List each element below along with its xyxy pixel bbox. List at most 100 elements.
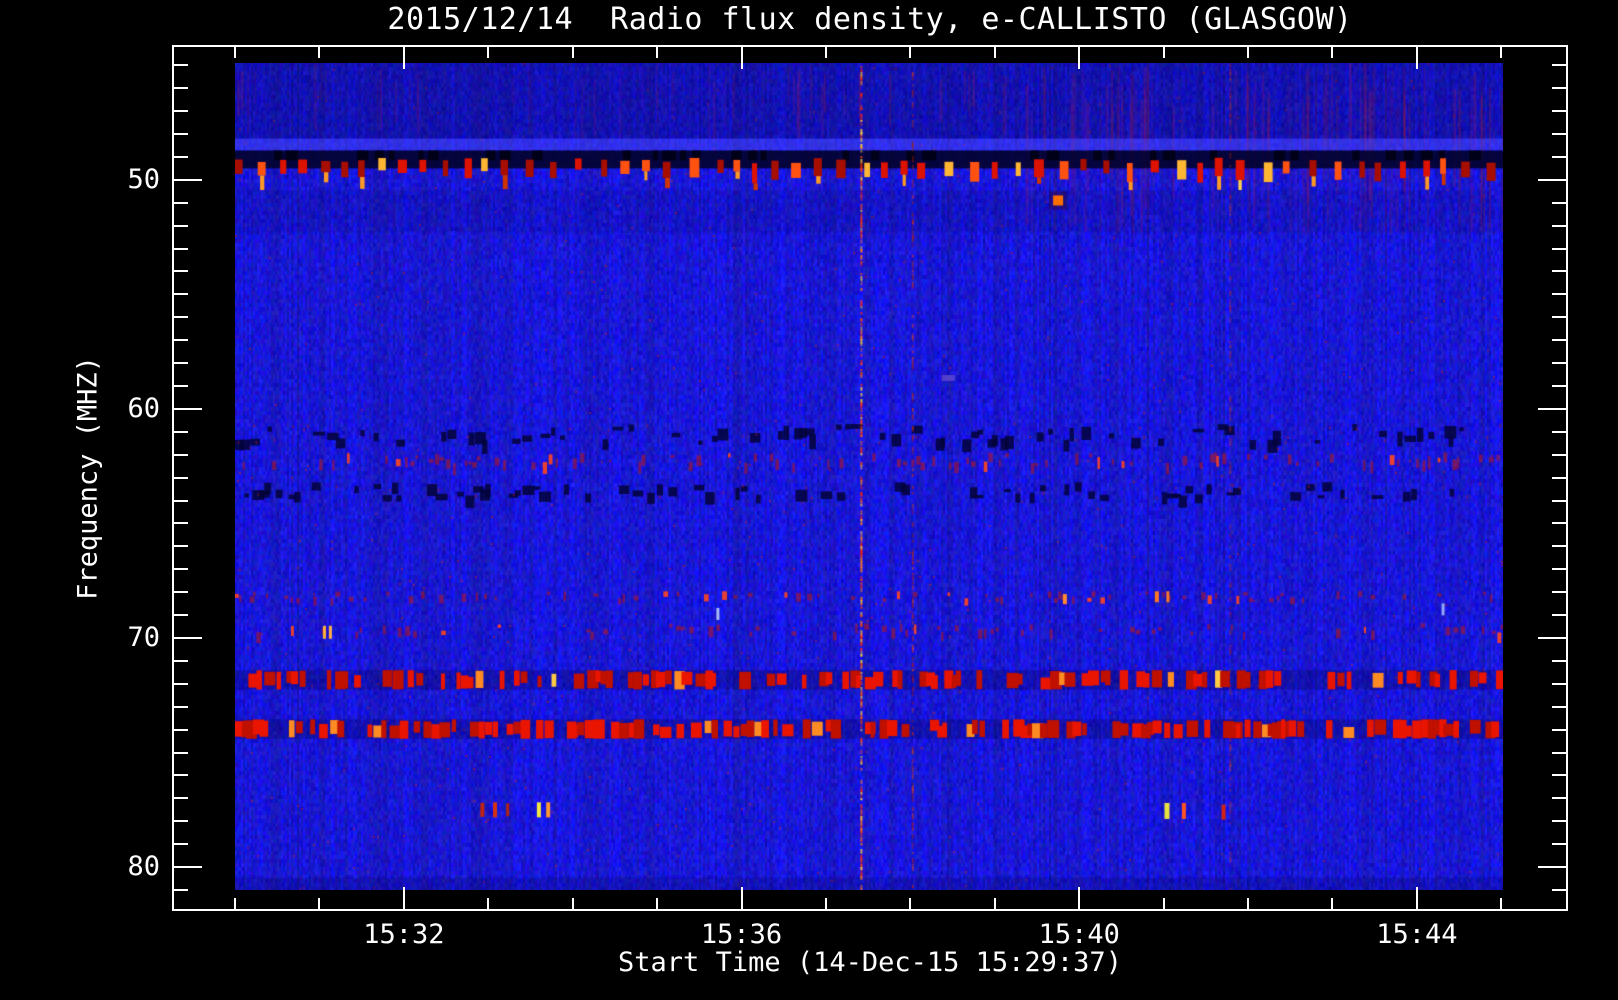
y-tick (174, 889, 188, 891)
x-tick (1500, 898, 1503, 909)
y-tick (1552, 774, 1566, 777)
y-tick-label: 70 (127, 622, 160, 653)
y-tick (1552, 843, 1566, 846)
y-tick (1552, 659, 1566, 662)
y-tick (174, 155, 188, 158)
x-tick (234, 47, 236, 58)
y-tick (1552, 293, 1566, 296)
x-tick (318, 898, 321, 909)
y-tick (174, 866, 202, 869)
y-axis-label: Frequency (MHZ) (72, 356, 104, 600)
y-tick (174, 110, 188, 113)
y-tick (174, 705, 188, 708)
y-tick (1538, 407, 1566, 410)
y-tick (174, 797, 188, 800)
y-tick (174, 339, 188, 342)
x-tick (1162, 898, 1165, 909)
y-tick-label: 60 (127, 392, 160, 424)
y-tick (174, 820, 188, 823)
y-tick (1552, 889, 1566, 891)
x-tick (1162, 47, 1165, 58)
y-tick-label: 50 (127, 163, 160, 195)
y-tick (1552, 110, 1566, 113)
y-tick (174, 316, 188, 319)
y-tick (1552, 339, 1566, 342)
x-axis-label: Start Time (14-Dec-15 15:29:37) (618, 947, 1122, 978)
y-tick (1552, 522, 1566, 525)
y-tick (1552, 133, 1566, 136)
x-tick (487, 898, 490, 909)
y-tick (1552, 728, 1566, 731)
y-tick (1538, 637, 1566, 639)
y-tick (174, 453, 188, 456)
y-tick (174, 270, 188, 273)
y-tick (1552, 476, 1566, 479)
x-tick (656, 47, 659, 58)
y-tick-label: 80 (127, 851, 160, 883)
y-tick (174, 637, 202, 639)
y-tick (174, 201, 188, 204)
y-tick (174, 247, 188, 250)
x-tick (993, 47, 996, 58)
y-tick (174, 87, 188, 90)
x-tick (909, 898, 912, 909)
y-tick (1552, 64, 1566, 67)
x-tick (234, 898, 236, 909)
plot-frame (172, 45, 1568, 911)
x-tick (402, 887, 405, 909)
y-tick (174, 407, 202, 410)
y-tick (1552, 499, 1566, 502)
x-tick (909, 47, 912, 58)
figure-title: 2015/12/14 Radio flux density, e-CALLIST… (387, 2, 1353, 37)
y-tick (174, 430, 188, 433)
y-tick (1552, 614, 1566, 617)
y-tick (1552, 224, 1566, 227)
x-tick (1331, 47, 1334, 58)
x-tick (1500, 47, 1503, 58)
x-tick (824, 47, 827, 58)
y-tick (1552, 568, 1566, 571)
y-tick (174, 476, 188, 479)
y-tick (174, 591, 188, 594)
y-tick (1552, 362, 1566, 365)
x-tick (318, 47, 321, 58)
y-tick (174, 385, 188, 387)
y-tick (1552, 591, 1566, 594)
y-tick (174, 843, 188, 846)
y-tick (1552, 316, 1566, 319)
y-tick (174, 178, 202, 181)
y-tick (1538, 178, 1566, 181)
x-tick (824, 898, 827, 909)
y-tick (174, 499, 188, 502)
x-tick (402, 47, 405, 69)
y-tick (1552, 385, 1566, 387)
y-tick (1552, 155, 1566, 158)
y-tick (1552, 430, 1566, 433)
y-tick (174, 362, 188, 365)
y-tick (174, 545, 188, 548)
x-tick (487, 47, 490, 58)
y-tick (1552, 545, 1566, 548)
y-tick (1552, 751, 1566, 754)
x-tick (656, 898, 659, 909)
y-tick (174, 659, 188, 662)
x-tick (1078, 47, 1081, 69)
x-tick (571, 47, 574, 58)
x-tick (571, 898, 574, 909)
x-tick (993, 898, 996, 909)
y-tick (174, 522, 188, 525)
y-tick (174, 682, 188, 685)
y-tick (1552, 247, 1566, 250)
x-tick (1331, 898, 1334, 909)
x-tick (740, 887, 743, 909)
y-tick (174, 568, 188, 571)
x-tick (1415, 887, 1418, 909)
y-tick (1552, 797, 1566, 800)
y-tick (174, 774, 188, 777)
y-tick (174, 133, 188, 136)
y-tick (1552, 270, 1566, 273)
y-tick (174, 64, 188, 67)
y-tick (174, 728, 188, 731)
y-tick (1552, 201, 1566, 204)
spectrogram-figure: 2015/12/14 Radio flux density, e-CALLIST… (0, 0, 1618, 1000)
